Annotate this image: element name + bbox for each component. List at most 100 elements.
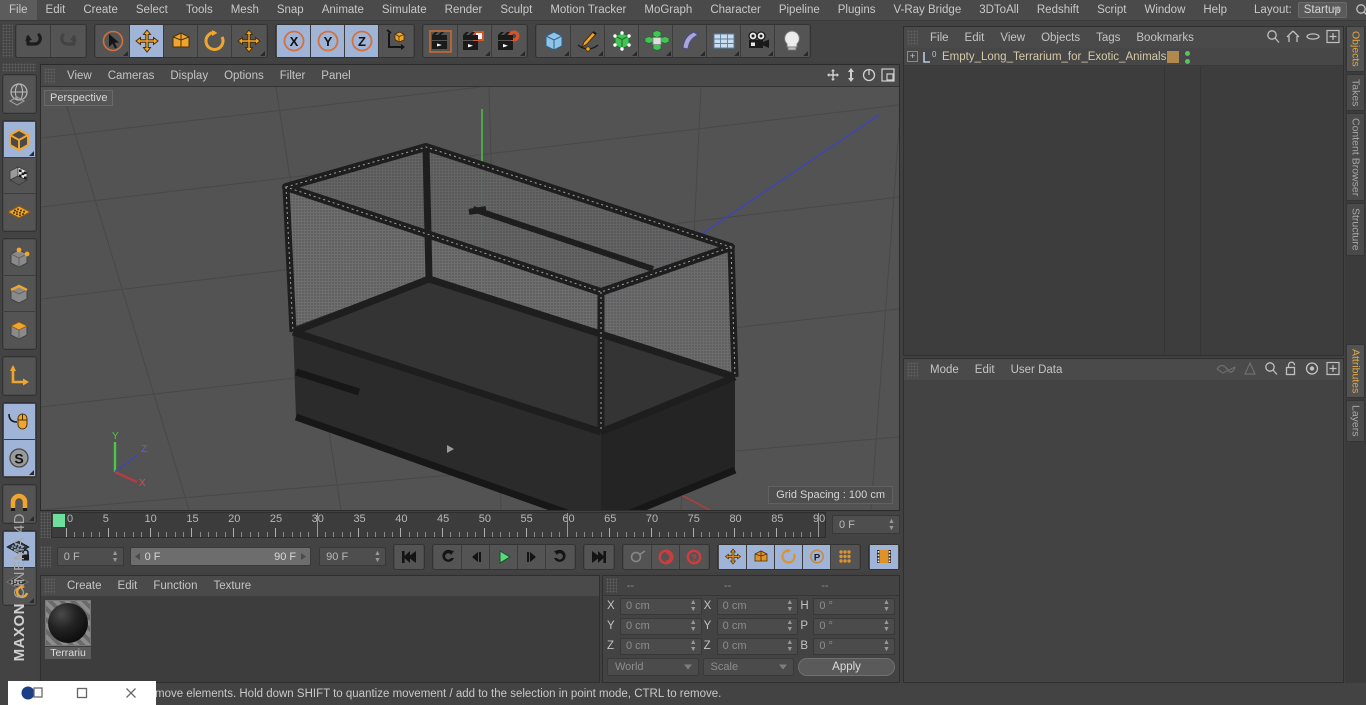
coord-field-pos-x[interactable]: 0 cm ▲ ▼ (620, 597, 702, 615)
attributes-body[interactable] (904, 380, 1343, 682)
coord-field-pos-y[interactable]: 0 cm ▲ ▼ (620, 617, 702, 635)
spinner-icon[interactable]: ▲ ▼ (690, 639, 697, 653)
preview-range-bar[interactable]: 0 F 90 F (129, 547, 312, 566)
timeline-playhead[interactable] (53, 514, 65, 527)
material-menu-edit[interactable]: Edit (110, 577, 146, 596)
spinner-icon[interactable]: ▲ ▼ (888, 518, 895, 532)
step-forward-button[interactable] (518, 544, 546, 569)
object-manager-body[interactable]: + 0 Empty_Long_Terrarium_for_Exotic_Anim… (904, 48, 1343, 355)
menu-item-simulate[interactable]: Simulate (373, 0, 436, 20)
viewport-solo-button[interactable] (3, 404, 35, 440)
viewport-menu-options[interactable]: Options (216, 66, 272, 86)
current-frame-field[interactable]: 0 F ▲ ▼ (832, 515, 900, 534)
position-key-button[interactable] (719, 544, 747, 569)
object-layer-icon[interactable]: 0 (922, 50, 939, 64)
spinner-icon[interactable]: ▲ ▼ (690, 619, 697, 633)
attributes-menu-edit[interactable]: Edit (967, 360, 1003, 380)
move-tool[interactable] (130, 25, 164, 57)
menu-item-vray-bridge[interactable]: V-Ray Bridge (884, 0, 970, 20)
material-menu-function[interactable]: Function (145, 577, 205, 596)
object-menu-file[interactable]: File (922, 28, 957, 48)
menu-item-render[interactable]: Render (436, 0, 492, 20)
visibility-editor-dot[interactable] (1185, 51, 1190, 57)
points-mode-button[interactable] (3, 240, 35, 276)
object-menu-objects[interactable]: Objects (1033, 28, 1088, 48)
menu-item-plugins[interactable]: Plugins (829, 0, 885, 20)
menu-item-edit[interactable]: Edit (37, 0, 75, 20)
material-menu-create[interactable]: Create (59, 577, 110, 596)
material-swatch[interactable]: Terrariu (45, 600, 93, 662)
object-material-tag[interactable] (1167, 51, 1179, 63)
viewport-canvas[interactable]: Perspective Grid Spacing : 100 cm Y Z X (41, 87, 899, 510)
coord-field-size-z[interactable]: 0 cm ▲ ▼ (716, 637, 799, 655)
unlock-icon[interactable] (1285, 361, 1298, 376)
go-to-start-button[interactable] (395, 544, 423, 569)
tree-expand-icon[interactable]: + (907, 51, 918, 62)
live-selection-tool[interactable] (96, 25, 130, 57)
target-icon[interactable] (1305, 361, 1319, 376)
attributes-menu-user-data[interactable]: User Data (1003, 360, 1071, 380)
menu-item-animate[interactable]: Animate (313, 0, 373, 20)
object-menu-bookmarks[interactable]: Bookmarks (1128, 28, 1202, 48)
spinner-icon[interactable]: ▲ ▼ (786, 599, 793, 613)
undo-view-button[interactable] (3, 76, 35, 112)
viewport-menu-cameras[interactable]: Cameras (100, 66, 163, 86)
menu-item-create[interactable]: Create (74, 0, 127, 20)
coord-field-pos-z[interactable]: 0 cm ▲ ▼ (620, 637, 702, 655)
cone-icon[interactable] (1243, 361, 1257, 376)
rotation-key-button[interactable] (775, 544, 803, 569)
menu-item-character[interactable]: Character (701, 0, 770, 20)
rotate-tool[interactable] (198, 25, 232, 57)
soft-selection-button[interactable]: S (3, 440, 35, 476)
menu-item-mograph[interactable]: MoGraph (635, 0, 701, 20)
lock-z-axis[interactable]: Z (345, 25, 379, 57)
tab-attributes[interactable]: Attributes (1346, 343, 1365, 399)
spinner-icon[interactable]: ▲ ▼ (786, 639, 793, 653)
scale-tool[interactable] (164, 25, 198, 57)
tab-takes[interactable]: Takes (1346, 73, 1365, 112)
timeline-controls-grip[interactable] (40, 545, 51, 568)
add-spline[interactable] (571, 25, 605, 57)
make-editable-button[interactable] (3, 122, 35, 158)
object-menu-view[interactable]: View (992, 28, 1033, 48)
viewport-menu-filter[interactable]: Filter (272, 66, 314, 86)
menu-item-motion-tracker[interactable]: Motion Tracker (541, 0, 635, 20)
zoom-view-icon[interactable] (845, 68, 857, 82)
scale-key-button[interactable] (747, 544, 775, 569)
menu-item-mesh[interactable]: Mesh (222, 0, 268, 20)
plus-box-icon[interactable] (1326, 361, 1340, 376)
coord-field-size-x[interactable]: 0 cm ▲ ▼ (716, 597, 799, 615)
world-coord-toggle[interactable] (379, 25, 413, 57)
parameter-key-button[interactable]: P (803, 544, 831, 569)
coordinates-grip[interactable] (606, 578, 617, 593)
pan-view-icon[interactable] (826, 68, 840, 82)
timeline-grip[interactable] (40, 512, 51, 538)
render-view-button[interactable] (424, 25, 458, 57)
enable-axis-modification[interactable] (3, 158, 35, 194)
enable-snapping-plane[interactable] (3, 194, 35, 230)
coord-field-rot-h[interactable]: 0 ° ▲ ▼ (813, 597, 896, 615)
start-frame-field[interactable]: 0 F ▲ ▼ (56, 547, 124, 566)
spinner-icon[interactable]: ▲ ▼ (883, 619, 890, 633)
object-axis-button[interactable] (3, 358, 35, 394)
close-button[interactable] (114, 682, 148, 704)
lock-x-axis[interactable]: X (277, 25, 311, 57)
coord-field-rot-b[interactable]: 0 ° ▲ ▼ (813, 637, 896, 655)
menu-item-pipeline[interactable]: Pipeline (770, 0, 829, 20)
eye-icon[interactable] (1306, 29, 1320, 44)
add-array[interactable] (639, 25, 673, 57)
viewport-grip[interactable] (44, 67, 55, 84)
toolbar-grip[interactable] (2, 24, 13, 58)
attributes-menu-mode[interactable]: Mode (922, 360, 967, 380)
material-manager-body[interactable]: Terrariu (41, 596, 599, 682)
lock-y-axis[interactable]: Y (311, 25, 345, 57)
render-region-button[interactable] (458, 25, 492, 57)
home-icon[interactable] (1286, 29, 1300, 44)
step-back-button[interactable] (462, 544, 490, 569)
spinner-icon[interactable]: ▲ ▼ (112, 550, 119, 564)
polygons-mode-button[interactable] (3, 312, 35, 348)
restore-button[interactable] (65, 682, 99, 704)
menu-item-snap[interactable]: Snap (268, 0, 313, 20)
coordinate-mode-dropdown[interactable]: Scale (702, 658, 795, 676)
timeline-toggle-button[interactable] (870, 544, 898, 569)
